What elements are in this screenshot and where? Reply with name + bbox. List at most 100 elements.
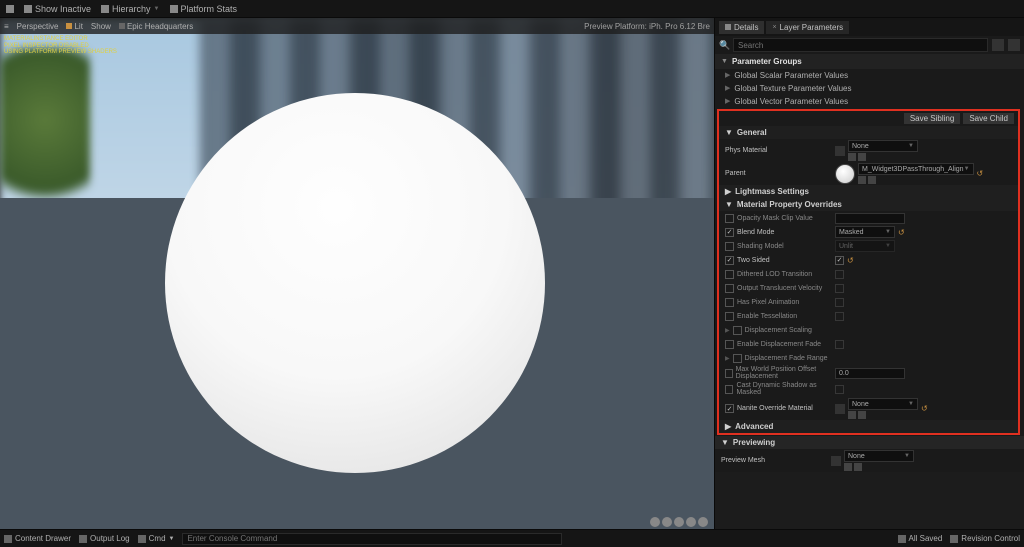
cast-dynamic-value-checkbox <box>835 385 844 394</box>
cmd-label: Cmd▼ <box>138 534 175 543</box>
use-icon[interactable] <box>858 176 866 184</box>
plane-shape-icon[interactable] <box>674 517 684 527</box>
pixel-anim-checkbox[interactable] <box>725 298 734 307</box>
group-global-scalar[interactable]: ▶Global Scalar Parameter Values <box>715 69 1024 82</box>
scene-icon <box>119 23 125 29</box>
displacement-scaling-checkbox[interactable] <box>733 326 742 335</box>
browse-icon[interactable] <box>854 463 862 471</box>
parent-dropdown[interactable]: M_Widget3DPassThrough_Align▼ <box>858 163 974 175</box>
details-icon <box>725 24 731 30</box>
dithered-lod-checkbox[interactable] <box>725 270 734 279</box>
parameter-groups-header[interactable]: ▼Parameter Groups <box>715 54 1024 69</box>
browse-icon[interactable] <box>868 176 876 184</box>
asset-thumb-none <box>835 146 845 156</box>
viewport-3d[interactable]: MATERIALINSTANCE EDITOR PIXEL INSPECTOR … <box>0 18 714 529</box>
nanite-override-checkbox[interactable] <box>725 404 734 413</box>
show-dropdown[interactable]: Show <box>91 22 111 31</box>
enable-tess-checkbox[interactable] <box>725 312 734 321</box>
parent-row: Parent M_Widget3DPassThrough_Align▼ ↺ <box>719 162 1018 185</box>
group-global-texture[interactable]: ▶Global Texture Parameter Values <box>715 82 1024 95</box>
eye-icon <box>24 5 32 13</box>
parent-label: Parent <box>725 170 835 177</box>
max-wpo-checkbox[interactable] <box>725 369 733 378</box>
opacity-clip-input <box>835 213 905 224</box>
console-input[interactable] <box>182 533 562 545</box>
panel-tabs: Details ×Layer Parameters <box>715 18 1024 36</box>
show-inactive-toggle[interactable]: Show Inactive <box>22 4 93 14</box>
general-section-header[interactable]: ▼General <box>719 126 1018 139</box>
nanite-dropdown[interactable]: None▼ <box>848 398 918 410</box>
scene-dropdown[interactable]: Epic Headquarters <box>119 22 193 31</box>
mpo-section-header[interactable]: ▼Material Property Overrides <box>719 198 1018 211</box>
filter-icon[interactable] <box>992 39 1004 51</box>
reset-icon[interactable]: ↺ <box>847 256 854 265</box>
save-sibling-button[interactable]: Save Sibling <box>904 113 960 124</box>
log-icon <box>79 535 87 543</box>
enable-disp-fade-checkbox[interactable] <box>725 340 734 349</box>
settings-icon[interactable] <box>1008 39 1020 51</box>
enable-disp-fade-row: Enable Displacement Fade <box>719 337 1018 351</box>
displacement-fade-row: ▶Displacement Fade Range <box>719 351 1018 365</box>
show-inactive-label: Show Inactive <box>35 4 91 14</box>
lit-icon <box>66 23 72 29</box>
cylinder-shape-icon[interactable] <box>650 517 660 527</box>
browse-icon[interactable] <box>858 153 866 161</box>
use-icon[interactable] <box>844 463 852 471</box>
preview-mesh-row: Preview Mesh None▼ <box>715 449 1024 472</box>
use-icon[interactable] <box>848 411 856 419</box>
parent-slot[interactable]: M_Widget3DPassThrough_Align▼ <box>835 163 974 184</box>
reset-icon[interactable]: ↺ <box>977 169 984 178</box>
two-sided-override-checkbox[interactable] <box>725 256 734 265</box>
save-child-button[interactable]: Save Child <box>963 113 1014 124</box>
phys-material-dropdown[interactable]: None▼ <box>848 140 918 152</box>
debug-overlay: MATERIALINSTANCE EDITOR PIXEL INSPECTOR … <box>4 36 117 56</box>
group-global-vector[interactable]: ▶Global Vector Parameter Values <box>715 95 1024 108</box>
chevron-right-icon: ▶ <box>725 422 731 431</box>
perspective-dropdown[interactable]: Perspective <box>17 22 59 31</box>
reset-icon[interactable]: ↺ <box>921 404 928 413</box>
viewport-menu-button[interactable]: ≡ <box>4 22 9 31</box>
browse-icon[interactable] <box>858 411 866 419</box>
displacement-fade-checkbox[interactable] <box>733 354 742 363</box>
cmd-icon <box>138 535 146 543</box>
cube-shape-icon[interactable] <box>686 517 696 527</box>
tab-details[interactable]: Details <box>719 21 764 34</box>
advanced-section-header[interactable]: ▶Advanced <box>719 420 1018 433</box>
shading-model-checkbox[interactable] <box>725 242 734 251</box>
save-button[interactable] <box>4 5 16 13</box>
opacity-clip-checkbox[interactable] <box>725 214 734 223</box>
preview-mesh-dropdown[interactable]: None▼ <box>844 450 914 462</box>
highlighted-region: Save Sibling Save Child ▼General Phys Ma… <box>717 109 1020 435</box>
chevron-down-icon: ▼ <box>721 438 729 447</box>
phys-material-slot[interactable]: None▼ <box>835 140 918 161</box>
lit-dropdown[interactable]: Lit <box>66 22 82 31</box>
tab-layer-parameters[interactable]: ×Layer Parameters <box>766 21 849 34</box>
drawer-icon <box>4 535 12 543</box>
close-icon[interactable]: × <box>772 24 776 31</box>
max-wpo-row: Max World Position Offset Displacement <box>719 365 1018 381</box>
cast-dynamic-checkbox[interactable] <box>725 385 733 394</box>
previewing-section-header[interactable]: ▼Previewing <box>715 436 1024 449</box>
use-icon[interactable] <box>848 153 856 161</box>
all-saved-status[interactable]: All Saved <box>898 534 943 543</box>
output-log-button[interactable]: Output Log <box>79 534 130 543</box>
content-drawer-button[interactable]: Content Drawer <box>4 534 71 543</box>
two-sided-row: Two Sided ↺ <box>719 253 1018 267</box>
preview-mesh-slot[interactable]: None▼ <box>831 450 914 471</box>
custom-shape-icon[interactable] <box>698 517 708 527</box>
chevron-down-icon: ▼ <box>725 200 733 209</box>
blend-mode-checkbox[interactable] <box>725 228 734 237</box>
output-velocity-checkbox[interactable] <box>725 284 734 293</box>
revision-control-button[interactable]: Revision Control <box>950 534 1020 543</box>
panel-empty-area <box>715 472 1024 529</box>
lightmass-section-header[interactable]: ▶Lightmass Settings <box>719 185 1018 198</box>
nanite-material-slot[interactable]: None▼ <box>835 398 918 419</box>
sphere-shape-icon[interactable] <box>662 517 672 527</box>
two-sided-value-checkbox[interactable] <box>835 256 844 265</box>
reset-icon[interactable]: ↺ <box>898 228 905 237</box>
search-input[interactable] <box>733 38 988 52</box>
blend-mode-dropdown[interactable]: Masked▼ <box>835 226 895 238</box>
bottom-bar: Content Drawer Output Log Cmd▼ All Saved… <box>0 529 1024 547</box>
hierarchy-button[interactable]: Hierarchy▼ <box>99 4 161 14</box>
platform-stats-button[interactable]: Platform Stats <box>168 4 240 14</box>
